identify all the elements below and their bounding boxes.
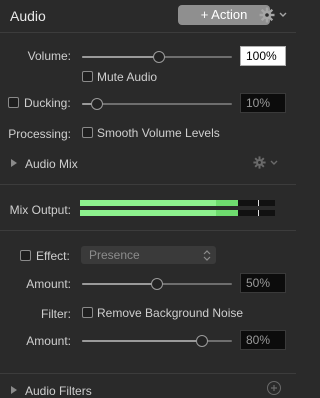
- filter-label: Filter:: [41, 307, 71, 321]
- meter-peak-marker: [258, 200, 259, 206]
- add-filter-button[interactable]: [267, 381, 281, 395]
- filter-amount-label: Amount:: [26, 334, 71, 348]
- mix-output-meter-left: [80, 200, 275, 206]
- section-divider: [0, 184, 296, 185]
- audio-mix-label[interactable]: Audio Mix: [25, 157, 78, 171]
- section-divider: [0, 230, 296, 231]
- audio-filters-label[interactable]: Audio Filters: [25, 384, 92, 398]
- ducking-label: Ducking:: [24, 96, 71, 110]
- ducking-field[interactable]: 10%: [240, 93, 286, 113]
- effect-amount-field[interactable]: 50%: [240, 273, 286, 293]
- gear-icon: [259, 7, 275, 23]
- volume-slider-thumb[interactable]: [152, 51, 165, 63]
- plus-icon: [271, 385, 277, 391]
- remove-noise-checkbox[interactable]: [82, 307, 93, 318]
- gear-menu-button[interactable]: [259, 7, 289, 23]
- header-divider: [0, 32, 296, 33]
- ducking-slider[interactable]: [82, 98, 232, 110]
- section-divider: [0, 373, 296, 374]
- chevron-down-icon: [270, 160, 278, 165]
- effect-select[interactable]: Presence: [81, 246, 216, 264]
- volume-label: Volume:: [27, 49, 71, 63]
- mute-audio-checkbox[interactable]: [82, 71, 93, 82]
- mute-audio-label: Mute Audio: [97, 70, 158, 84]
- effect-label: Effect:: [36, 249, 70, 263]
- gear-icon: [253, 156, 266, 169]
- audio-filters-disclosure-icon[interactable]: [11, 386, 17, 394]
- meter-peak-marker: [258, 210, 259, 216]
- smooth-volume-checkbox[interactable]: [82, 127, 93, 138]
- effect-amount-slider-fill: [82, 283, 157, 285]
- chevron-updown-icon: [203, 250, 211, 261]
- filter-amount-slider-thumb[interactable]: [196, 335, 208, 347]
- volume-slider[interactable]: [82, 51, 232, 63]
- filter-amount-slider-fill: [82, 340, 202, 342]
- audio-mix-disclosure-icon[interactable]: [11, 159, 17, 167]
- meter-level-right: [80, 210, 238, 216]
- processing-label: Processing:: [8, 127, 71, 141]
- effect-amount-label: Amount:: [26, 277, 71, 291]
- mix-output-meter-right: [80, 210, 275, 216]
- action-button[interactable]: + Action: [178, 5, 270, 25]
- panel-title: Audio: [10, 8, 46, 24]
- meter-level-left: [80, 200, 238, 206]
- effect-checkbox[interactable]: [20, 250, 31, 261]
- remove-noise-label: Remove Background Noise: [97, 306, 244, 320]
- filter-amount-slider[interactable]: [82, 335, 232, 347]
- volume-slider-fill: [82, 56, 159, 58]
- smooth-volume-label: Smooth Volume Levels: [97, 126, 220, 140]
- ducking-slider-thumb[interactable]: [91, 98, 103, 110]
- chevron-down-icon: [279, 12, 287, 17]
- effect-select-value: Presence: [89, 248, 140, 262]
- mix-output-label: Mix Output:: [9, 203, 71, 217]
- audio-mix-gear-button[interactable]: [253, 156, 279, 170]
- filter-amount-field[interactable]: 80%: [240, 330, 286, 350]
- action-button-label: + Action: [200, 7, 248, 22]
- effect-amount-slider[interactable]: [82, 278, 232, 290]
- ducking-checkbox[interactable]: [8, 97, 19, 108]
- effect-amount-slider-thumb[interactable]: [151, 278, 163, 290]
- volume-field[interactable]: 100%: [240, 46, 286, 66]
